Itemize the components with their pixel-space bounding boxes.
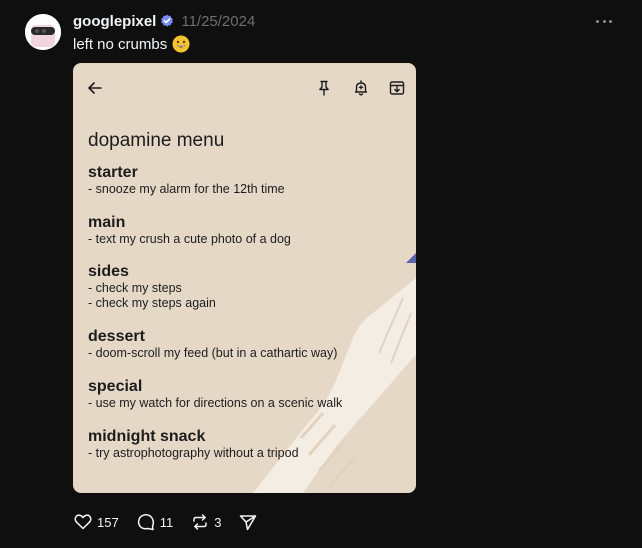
heart-icon: [74, 514, 92, 530]
section-title: starter: [88, 164, 138, 181]
send-icon: [240, 515, 257, 531]
section-title: special: [88, 378, 143, 395]
username[interactable]: googlepixel: [73, 13, 156, 30]
post-image[interactable]: dopamine menu starter - snooze my alarm …: [73, 63, 416, 493]
comment-icon: [137, 514, 154, 531]
pin-icon[interactable]: [315, 79, 333, 97]
comment-count: 11: [159, 514, 174, 530]
more-options-icon[interactable]: [596, 13, 612, 29]
reminder-bell-icon[interactable]: [352, 79, 370, 97]
repost-button[interactable]: 3: [190, 512, 221, 532]
archive-icon[interactable]: [388, 79, 406, 97]
section-title: main: [88, 214, 126, 231]
menu-section-dessert: dessert - doom-scroll my feed (but in a …: [88, 327, 337, 361]
section-line: - snooze my alarm for the 12th time: [88, 182, 285, 196]
menu-section-starter: starter - snooze my alarm for the 12th t…: [88, 163, 285, 197]
section-line: - check my steps again: [88, 296, 216, 310]
like-button[interactable]: 157: [73, 512, 119, 532]
grinning-face-emoji-icon: [172, 35, 190, 53]
thread-post: googlepixel 11/25/2024 left no crumbs do…: [0, 0, 642, 548]
avatar[interactable]: [25, 14, 61, 50]
post-date[interactable]: 11/25/2024: [181, 13, 255, 30]
menu-section-midnight-snack: midnight snack - try astrophotography wi…: [88, 427, 299, 461]
post-header: googlepixel 11/25/2024: [73, 12, 255, 30]
section-line: - use my watch for directions on a sceni…: [88, 396, 343, 410]
section-title: sides: [88, 263, 129, 280]
share-button[interactable]: [238, 512, 258, 532]
post-actions: 157 11 3: [73, 512, 275, 532]
section-line: - check my steps: [88, 281, 182, 295]
repost-count: 3: [214, 514, 222, 530]
reply-button[interactable]: 11: [136, 512, 174, 532]
menu-section-special: special - use my watch for directions on…: [88, 377, 342, 411]
post-caption: left no crumbs: [73, 35, 190, 53]
section-line: - try astrophotography without a tripod: [88, 446, 299, 460]
section-line: - doom-scroll my feed (but in a catharti…: [88, 346, 338, 360]
menu-section-sides: sides - check my steps - check my steps …: [88, 262, 216, 311]
menu-section-main: main - text my crush a cute photo of a d…: [88, 213, 291, 247]
caption-text: left no crumbs: [73, 35, 168, 53]
like-count: 157: [97, 514, 119, 530]
section-line: - text my crush a cute photo of a dog: [88, 232, 291, 246]
menu-title: dopamine menu: [88, 130, 225, 151]
section-title: midnight snack: [88, 428, 206, 445]
section-title: dessert: [88, 328, 145, 345]
pixel-phone-avatar-image: [25, 14, 61, 50]
repost-icon: [193, 514, 207, 530]
back-arrow-icon[interactable]: [86, 79, 104, 97]
verified-badge-icon: [160, 14, 174, 28]
